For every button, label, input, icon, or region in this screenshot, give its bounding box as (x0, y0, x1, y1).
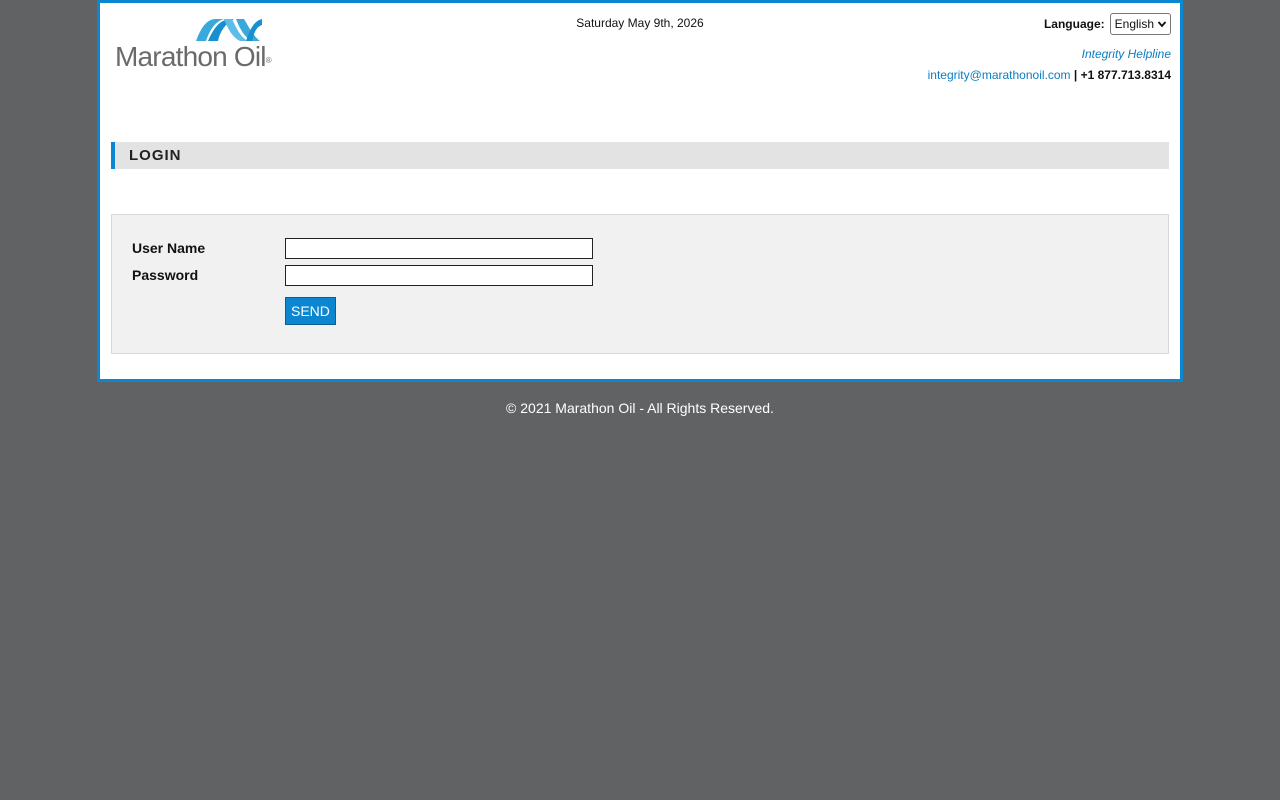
language-selected-value: English (1114, 17, 1154, 31)
login-section-header: LOGIN (111, 142, 1169, 169)
current-date: Saturday May 9th, 2026 (576, 16, 704, 30)
password-input[interactable] (285, 265, 593, 286)
logo-registered-mark: ® (265, 56, 272, 65)
login-title: LOGIN (129, 147, 182, 164)
contact-separator: | (1073, 68, 1078, 82)
send-button[interactable]: SEND (285, 297, 336, 325)
language-label: Language: (1043, 17, 1105, 31)
language-selector: Language: English (1044, 13, 1171, 35)
username-input[interactable] (285, 238, 593, 259)
chevron-down-icon (1157, 21, 1167, 28)
username-label: User Name (132, 240, 206, 256)
logo-wordmark: Marathon Oil (115, 41, 267, 72)
login-form: User Name Password SEND (111, 214, 1169, 354)
footer-copyright: © 2021 Marathon Oil - All Rights Reserve… (506, 400, 774, 416)
integrity-phone: +1 877.713.8314 (1080, 68, 1171, 82)
integrity-email-link[interactable]: integrity@marathonoil.com (928, 68, 1071, 82)
contact-info: integrity@marathonoil.com | +1 877.713.8… (928, 68, 1171, 82)
password-label: Password (132, 267, 199, 283)
integrity-helpline-link[interactable]: Integrity Helpline (1082, 47, 1171, 61)
language-dropdown[interactable]: English (1109, 13, 1171, 35)
login-page-container: Marathon Oil® Saturday May 9th, 2026 Lan… (97, 0, 1183, 382)
